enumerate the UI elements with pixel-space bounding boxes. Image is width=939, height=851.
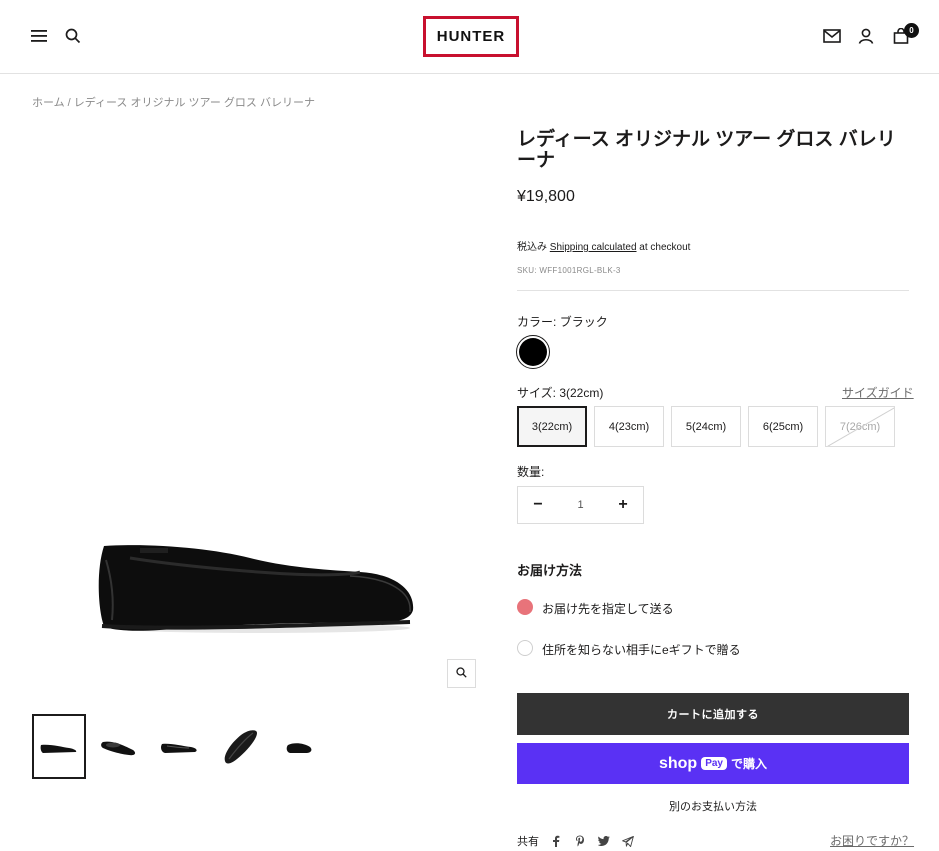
delivery-radio-egift[interactable]: [517, 640, 533, 656]
quantity-increase-button[interactable]: +: [603, 487, 643, 523]
color-swatch-fill: [519, 338, 547, 366]
cart-count-badge: 0: [904, 23, 919, 38]
shop-pay-label: で購入: [731, 757, 768, 771]
menu-icon[interactable]: [30, 28, 48, 44]
size-button-7-sold-out[interactable]: 7(26cm): [825, 406, 895, 447]
shop-pay-chip: Pay: [701, 757, 727, 770]
delivery-title: お届け方法: [517, 563, 583, 578]
thumbnail-3[interactable]: [152, 714, 206, 779]
delivery-label-address[interactable]: お届け先を指定して送る: [542, 600, 674, 617]
share-label: 共有: [517, 836, 539, 848]
delivery-radio-address[interactable]: [517, 599, 533, 615]
color-label: カラー:: [517, 315, 557, 329]
account-icon[interactable]: [857, 27, 875, 45]
quantity-input[interactable]: 1: [558, 499, 603, 511]
size-label: サイズ:: [517, 386, 556, 400]
help-link[interactable]: お困りですか？: [830, 832, 914, 849]
quantity-label: 数量:: [517, 465, 545, 479]
size-button-4[interactable]: 4(23cm): [594, 406, 664, 447]
product-sku: SKU: WFF1001RGL-BLK-3: [517, 266, 621, 275]
zoom-button[interactable]: [447, 659, 476, 688]
thumbnail-4[interactable]: [212, 714, 266, 779]
product-main-image[interactable]: [90, 530, 430, 640]
size-guide-link[interactable]: サイズガイド: [842, 384, 914, 401]
sold-out-strike: [826, 407, 894, 446]
more-payment-options-link[interactable]: 別のお支払い方法: [517, 798, 909, 814]
breadcrumb: ホーム / レディース オリジナル ツアー グロス バレリーナ: [32, 94, 315, 110]
twitter-icon[interactable]: [597, 834, 611, 848]
facebook-icon[interactable]: [549, 834, 563, 848]
quantity-decrease-button[interactable]: −: [518, 487, 558, 523]
mail-icon[interactable]: [822, 28, 842, 44]
size-button-5[interactable]: 5(24cm): [671, 406, 741, 447]
color-value: ブラック: [559, 315, 608, 329]
size-option-label: サイズ: 3(22cm): [517, 384, 603, 401]
logo[interactable]: HUNTER: [423, 16, 519, 57]
zoom-icon: [456, 665, 467, 683]
email-share-icon[interactable]: [621, 834, 635, 848]
size-value: 3(22cm): [559, 386, 604, 400]
logo-text: HUNTER: [436, 28, 506, 45]
breadcrumb-separator: /: [67, 97, 71, 109]
breadcrumb-home[interactable]: ホーム: [32, 97, 65, 109]
pinterest-icon[interactable]: [573, 834, 587, 848]
tax-prefix: 税込み: [517, 242, 547, 253]
shipping-link[interactable]: Shipping calculated: [550, 242, 637, 253]
tax-suffix: at checkout: [639, 242, 691, 253]
thumbnail-1[interactable]: [32, 714, 86, 779]
breadcrumb-current: レディース オリジナル ツアー グロス バレリーナ: [73, 97, 315, 109]
product-price: ¥19,800: [517, 188, 575, 205]
quantity-stepper: − 1 +: [517, 486, 644, 524]
tax-note: 税込み Shipping calculated at checkout: [517, 238, 690, 253]
color-swatch-black[interactable]: [516, 335, 550, 369]
divider: [517, 290, 909, 291]
add-to-cart-button[interactable]: カートに追加する: [517, 693, 909, 735]
thumbnail-5[interactable]: [272, 714, 326, 779]
shop-pay-wordmark: shop: [658, 754, 698, 772]
site-header: HUNTER 0: [0, 0, 939, 74]
delivery-label-egift[interactable]: 住所を知らない相手にeギフトで贈る: [542, 641, 741, 658]
color-option-label: カラー: ブラック: [517, 313, 608, 330]
size-button-6[interactable]: 6(25cm): [748, 406, 818, 447]
thumbnail-2[interactable]: [92, 714, 146, 779]
share-bar: 共有: [517, 833, 635, 849]
product-title: レディース オリジナル ツアー グロス バレリーナ: [517, 129, 896, 171]
shop-pay-button[interactable]: shop Pay で購入: [517, 743, 909, 784]
search-icon[interactable]: [64, 27, 82, 45]
size-button-3[interactable]: 3(22cm): [517, 406, 587, 447]
